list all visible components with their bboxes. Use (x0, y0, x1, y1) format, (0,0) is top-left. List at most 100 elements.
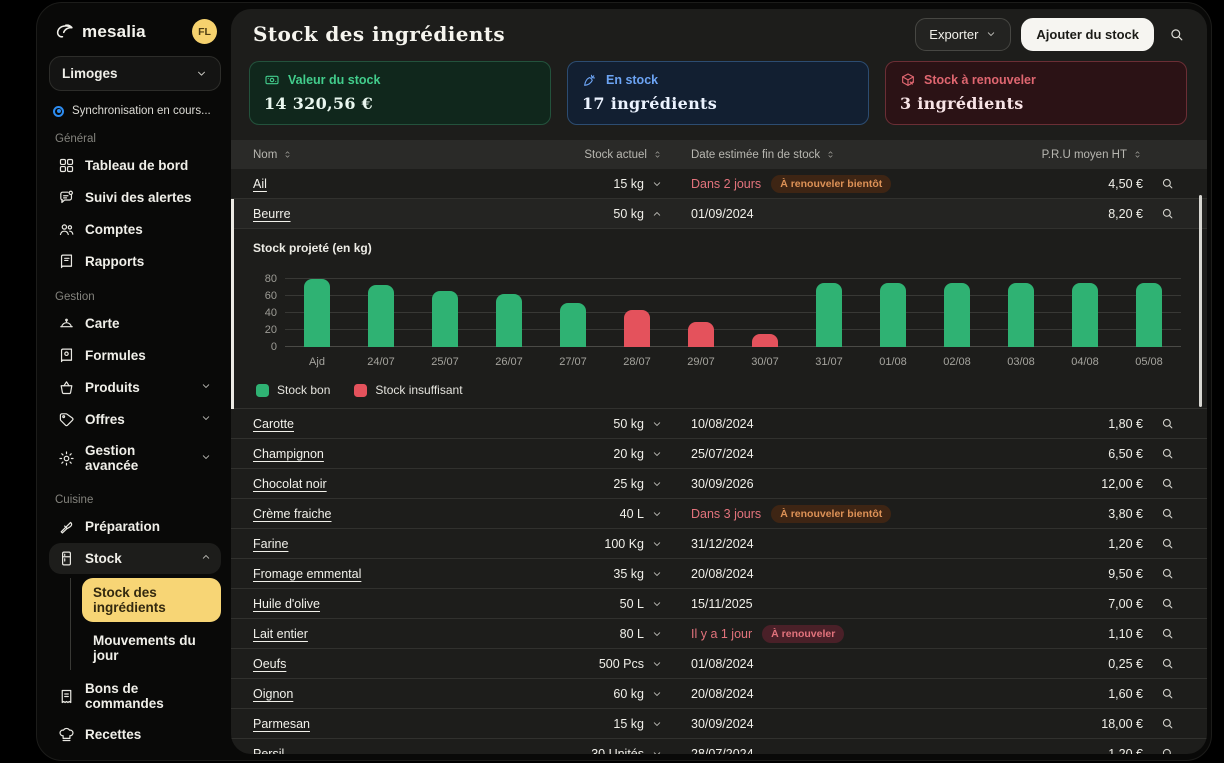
row-details-button[interactable] (1143, 476, 1191, 491)
magnifier-icon (1160, 656, 1175, 671)
sidebar-item-suivi-des-alertes[interactable]: Suivi des alertes (49, 182, 221, 213)
bar-slot (413, 267, 477, 347)
ingredient-name-link[interactable]: Chocolat noir (253, 477, 327, 491)
chevron-down-icon (200, 380, 212, 395)
row-details-button[interactable] (1143, 686, 1191, 701)
sidebar-item-tableau-de-bord[interactable]: Tableau de bord (49, 150, 221, 181)
bar-03-08[interactable] (1008, 283, 1034, 347)
renewal-badge: À renouveler bientôt (771, 175, 891, 193)
sidebar-subitem-mouvements-du-jour[interactable]: Mouvements du jour (82, 626, 221, 670)
stock-amount-cell[interactable]: 80 L (513, 627, 663, 641)
ingredient-name-link[interactable]: Huile d'olive (253, 597, 320, 611)
ingredient-name-link[interactable]: Farine (253, 537, 288, 551)
search-icon[interactable] (1168, 26, 1185, 43)
stock-amount-cell[interactable]: 25 kg (513, 477, 663, 491)
row-details-button[interactable] (1143, 176, 1191, 191)
sidebar-item-ingr-dients[interactable]: Ingrédients (49, 751, 221, 760)
stock-amount-cell[interactable]: 40 L (513, 507, 663, 521)
column-header-stock-actuel[interactable]: Stock actuel (513, 149, 663, 161)
stock-amount-cell[interactable]: 35 kg (513, 567, 663, 581)
column-header-date-fin-stock[interactable]: Date estimée fin de stock (691, 149, 993, 161)
sidebar-subitem-stock-des-ingr-dients[interactable]: Stock des ingrédients (82, 578, 221, 622)
stock-amount-cell[interactable]: 15 kg (513, 177, 663, 191)
row-details-button[interactable] (1143, 506, 1191, 521)
bar-28-07[interactable] (624, 310, 650, 347)
avatar[interactable]: FL (192, 19, 217, 44)
row-details-button[interactable] (1143, 206, 1191, 221)
sidebar-item-recettes[interactable]: Recettes (49, 719, 221, 750)
chevron-down-icon (651, 568, 663, 580)
end-of-stock-date: 10/08/2024 (691, 417, 754, 431)
add-stock-button[interactable]: Ajouter du stock (1021, 18, 1154, 51)
row-details-button[interactable] (1143, 746, 1191, 754)
ingredient-name-link[interactable]: Parmesan (253, 717, 310, 731)
ingredient-name-link[interactable]: Oignon (253, 687, 293, 701)
bar-04-08[interactable] (1072, 283, 1098, 347)
ingredient-name-link[interactable]: Ail (253, 177, 267, 191)
row-details-button[interactable] (1143, 596, 1191, 611)
sidebar-item-formules[interactable]: Formules (49, 340, 221, 371)
sidebar-item-rapports[interactable]: Rapports (49, 246, 221, 277)
bar-30-07[interactable] (752, 334, 778, 347)
bar-02-08[interactable] (944, 283, 970, 347)
bar-25-07[interactable] (432, 291, 458, 347)
bar-24-07[interactable] (368, 285, 394, 347)
column-header-pru[interactable]: P.R.U moyen HT (993, 149, 1143, 161)
row-details-button[interactable] (1143, 536, 1191, 551)
vertical-scrollbar[interactable] (1199, 195, 1202, 407)
row-details-button[interactable] (1143, 656, 1191, 671)
bar-01-08[interactable] (880, 283, 906, 347)
location-select[interactable]: Limoges (49, 56, 221, 91)
sidebar-item-label: Suivi des alertes (85, 190, 192, 205)
ingredient-name-link[interactable]: Beurre (253, 207, 291, 221)
stock-amount-cell[interactable]: 30 Unités (513, 747, 663, 755)
bar-05-08[interactable] (1136, 283, 1162, 347)
location-label: Limoges (62, 66, 118, 81)
bar-26-07[interactable] (496, 294, 522, 347)
sidebar-item-carte[interactable]: Carte (49, 308, 221, 339)
row-details-button[interactable] (1143, 566, 1191, 581)
sidebar-item-gestion-avanc-e[interactable]: Gestion avancée (49, 436, 221, 480)
row-details-button[interactable] (1143, 626, 1191, 641)
ingredient-name-link[interactable]: Carotte (253, 417, 294, 431)
sidebar-item-bons-de-commandes[interactable]: Bons de commandes (49, 674, 221, 718)
ingredient-name-link[interactable]: Persil (253, 747, 284, 755)
ingredient-name-link[interactable]: Oeufs (253, 657, 286, 671)
ingredient-name-link[interactable]: Lait entier (253, 627, 308, 641)
stock-amount: 35 kg (613, 567, 644, 581)
sidebar-item-offres[interactable]: Offres (49, 404, 221, 435)
ingredient-name-link[interactable]: Champignon (253, 447, 324, 461)
sidebar-item-label: Formules (85, 348, 146, 363)
sidebar-item-produits[interactable]: Produits (49, 372, 221, 403)
chefhat-icon (58, 726, 75, 743)
bar-Ajd[interactable] (304, 279, 330, 347)
unit-price-cell: 4,50 € (993, 177, 1143, 191)
table-header: Nom Stock actuel Date estimée fin de sto… (231, 140, 1207, 169)
export-button[interactable]: Exporter (915, 18, 1011, 51)
sidebar-item-label: Offres (85, 412, 125, 427)
stock-amount-cell[interactable]: 50 L (513, 597, 663, 611)
ingredient-name-link[interactable]: Crème fraiche (253, 507, 332, 521)
bar-27-07[interactable] (560, 303, 586, 347)
stock-amount-cell[interactable]: 50 kg (513, 417, 663, 431)
bar-31-07[interactable] (816, 283, 842, 347)
column-header-nom[interactable]: Nom (253, 149, 513, 161)
ingredient-name-link[interactable]: Fromage emmental (253, 567, 361, 581)
bar-slot (349, 267, 413, 347)
stock-amount-cell[interactable]: 15 kg (513, 717, 663, 731)
sidebar-item-label: Stock (85, 551, 122, 566)
stock-amount-cell[interactable]: 500 Pcs (513, 657, 663, 671)
stock-amount-cell[interactable]: 60 kg (513, 687, 663, 701)
row-details-button[interactable] (1143, 446, 1191, 461)
sidebar-item-pr-paration[interactable]: Préparation (49, 511, 221, 542)
row-details-button[interactable] (1143, 416, 1191, 431)
sidebar-item-stock[interactable]: Stock (49, 543, 221, 574)
sidebar-item-comptes[interactable]: Comptes (49, 214, 221, 245)
basket-icon (58, 379, 75, 396)
row-details-button[interactable] (1143, 716, 1191, 731)
stock-amount-cell[interactable]: 20 kg (513, 447, 663, 461)
stock-amount-cell[interactable]: 50 kg (513, 207, 663, 221)
bar-29-07[interactable] (688, 322, 714, 348)
stock-amount-cell[interactable]: 100 Kg (513, 537, 663, 551)
stat-card-en-stock: En stock17 ingrédients (567, 61, 869, 125)
